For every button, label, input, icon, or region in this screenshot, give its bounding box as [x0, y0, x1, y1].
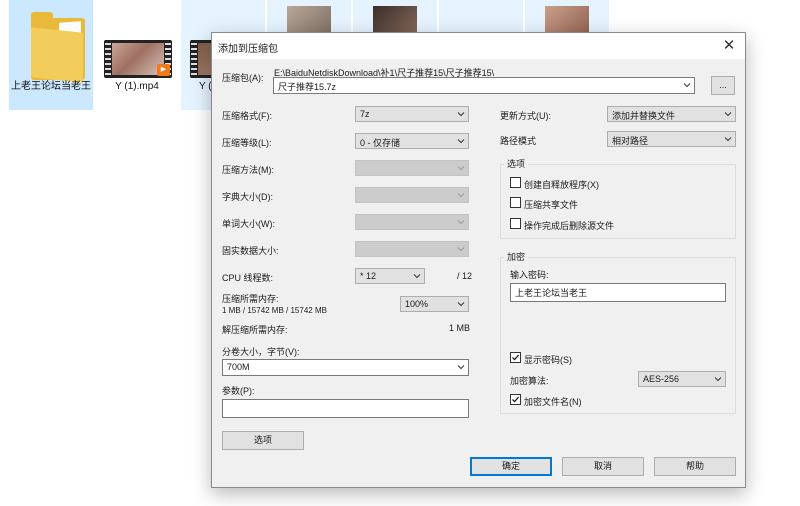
chevron-down-icon: [457, 363, 465, 371]
params-field[interactable]: [222, 399, 469, 418]
browse-button[interactable]: ...: [711, 76, 735, 95]
chevron-down-icon: [457, 245, 465, 253]
threads-value: * 12: [360, 271, 377, 281]
sfx-checkbox[interactable]: [510, 177, 521, 188]
password-field[interactable]: 上老王论坛当老王: [510, 283, 726, 302]
video-label: Y (1).mp4: [115, 81, 159, 92]
dictionary-select[interactable]: [355, 187, 469, 203]
shared-files-checkbox[interactable]: [510, 197, 521, 208]
threads-max: / 12: [457, 271, 473, 281]
update-mode-value: 添加并替换文件: [612, 111, 676, 121]
path-mode-select[interactable]: 相对路径: [607, 131, 736, 147]
decompress-memory-value: 1 MB: [449, 323, 471, 333]
delete-after-label: 操作完成后删除源文件: [524, 221, 615, 231]
show-password-label: 显示密码(S): [524, 355, 572, 365]
update-mode-select[interactable]: 添加并替换文件: [607, 106, 736, 122]
chevron-down-icon: [457, 137, 465, 145]
chevron-down-icon: [724, 135, 732, 143]
solid-size-select[interactable]: [355, 241, 469, 257]
level-select[interactable]: 0 - 仅存储: [355, 133, 469, 149]
compress-memory-label: 压缩所需内存:: [222, 294, 279, 304]
checkmark-icon: [512, 396, 520, 403]
method-label: 压缩方法(M):: [222, 165, 274, 175]
folder-label: 上老王论坛当老王: [11, 81, 91, 92]
level-value: 0 - 仅存储: [360, 138, 401, 148]
help-button[interactable]: 帮助: [654, 457, 736, 476]
format-select[interactable]: 7z: [355, 106, 469, 122]
chevron-down-icon: [724, 110, 732, 118]
encryption-method-value: AES-256: [643, 374, 680, 384]
sfx-label: 创建自释放程序(X): [524, 180, 599, 190]
chevron-down-icon: [457, 218, 465, 226]
folder-icon: [31, 12, 85, 83]
threads-label: CPU 线程数:: [222, 273, 274, 283]
word-size-select[interactable]: [355, 214, 469, 230]
encryption-group-title: 加密: [504, 250, 529, 263]
password-value: 上老王论坛当老王: [515, 288, 588, 298]
volume-label: 分卷大小，字节(V):: [222, 347, 300, 357]
compress-memory-detail: 1 MB / 15742 MB / 15742 MB: [222, 306, 327, 315]
dictionary-label: 字典大小(D):: [222, 192, 273, 202]
update-mode-label: 更新方式(U):: [500, 111, 551, 121]
volume-size-value: 700M: [227, 362, 250, 372]
play-icon: ▶: [157, 64, 170, 76]
format-value: 7z: [360, 109, 370, 119]
level-label: 压缩等级(L):: [222, 138, 272, 148]
archive-name-value: 尺子推荐15.7z: [278, 82, 337, 92]
encrypt-names-checkbox[interactable]: [510, 394, 521, 405]
path-mode-value: 相对路径: [612, 136, 649, 146]
folder-item[interactable]: 上老王论坛当老王: [9, 0, 93, 110]
memory-percent-value: 100%: [405, 299, 429, 309]
password-label: 输入密码:: [510, 270, 549, 280]
cancel-button[interactable]: 取消: [562, 457, 644, 476]
delete-after-checkbox[interactable]: [510, 218, 521, 229]
format-label: 压缩格式(F):: [222, 111, 272, 121]
chevron-down-icon: [457, 110, 465, 118]
options-button[interactable]: 选项: [222, 431, 304, 450]
word-size-label: 单词大小(W):: [222, 219, 275, 229]
add-to-archive-dialog: 添加到压缩包 ✕ 压缩包(A): E:\BaiduNetdiskDownload…: [211, 32, 746, 488]
threads-select[interactable]: * 12: [355, 268, 425, 284]
method-select[interactable]: [355, 160, 469, 176]
video-thumbnail-icon: ▶: [104, 40, 172, 78]
encryption-method-label: 加密算法:: [510, 376, 549, 386]
dialog-titlebar: 添加到压缩包 ✕: [212, 33, 745, 59]
video-item[interactable]: ▶ Y (1).mp4: [95, 0, 179, 110]
chevron-down-icon: [457, 164, 465, 172]
solid-size-label: 固实数据大小:: [222, 246, 279, 256]
archive-label: 压缩包(A):: [222, 73, 264, 83]
checkmark-icon: [512, 354, 520, 361]
archive-name-field[interactable]: 尺子推荐15.7z: [273, 77, 695, 94]
show-password-checkbox[interactable]: [510, 352, 521, 363]
chevron-down-icon: [714, 375, 722, 383]
shared-files-label: 压缩共享文件: [524, 200, 579, 210]
params-label: 参数(P):: [222, 386, 255, 396]
close-icon[interactable]: ✕: [713, 33, 745, 59]
chevron-down-icon: [683, 81, 691, 89]
options-group-title: 选项: [504, 157, 529, 170]
volume-size-field[interactable]: 700M: [222, 359, 469, 376]
chevron-down-icon: [457, 300, 465, 308]
decompress-memory-label: 解压缩所需内存:: [222, 325, 288, 335]
chevron-down-icon: [457, 191, 465, 199]
path-mode-label: 路径模式: [500, 136, 537, 146]
memory-percent-select[interactable]: 100%: [400, 296, 469, 312]
ok-button[interactable]: 确定: [470, 457, 552, 476]
chevron-down-icon: [413, 272, 421, 280]
encrypt-names-label: 加密文件名(N): [524, 397, 582, 407]
encryption-method-select[interactable]: AES-256: [638, 371, 726, 387]
dialog-title: 添加到压缩包: [218, 44, 278, 55]
